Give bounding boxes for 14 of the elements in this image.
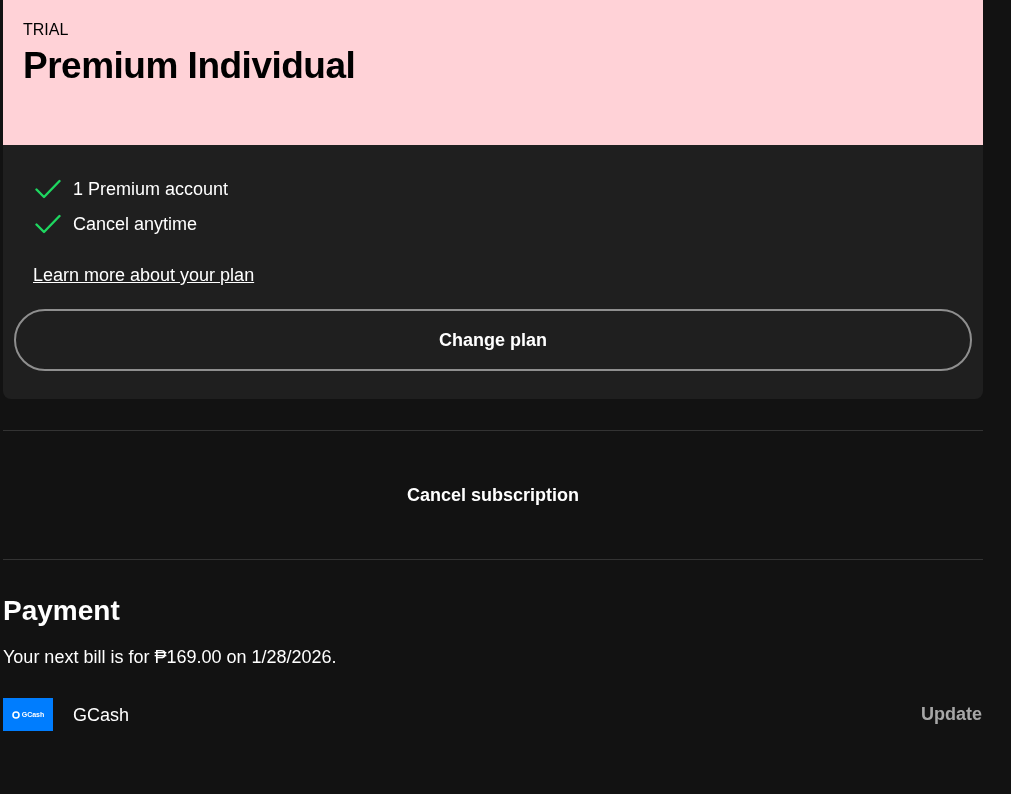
cancel-subscription-button[interactable]: Cancel subscription xyxy=(398,480,587,510)
payment-heading: Payment xyxy=(3,594,120,628)
update-button[interactable]: Update xyxy=(921,704,982,725)
payment-method-name: GCash xyxy=(73,703,130,727)
feature-text: Cancel anytime xyxy=(73,213,198,236)
next-bill-text: Your next bill is for ₱169.00 on 1/28/2026. xyxy=(3,646,337,669)
feature-text: 1 Premium account xyxy=(73,178,229,201)
ring-icon xyxy=(11,710,20,719)
change-plan-button[interactable]: Change plan xyxy=(14,309,972,371)
check-icon xyxy=(35,179,61,199)
check-icon xyxy=(35,214,61,234)
learn-more-link[interactable]: Learn more about your plan xyxy=(33,263,255,287)
plan-title: Premium Individual xyxy=(23,44,356,88)
plan-badge-text: TRIAL xyxy=(23,20,69,40)
